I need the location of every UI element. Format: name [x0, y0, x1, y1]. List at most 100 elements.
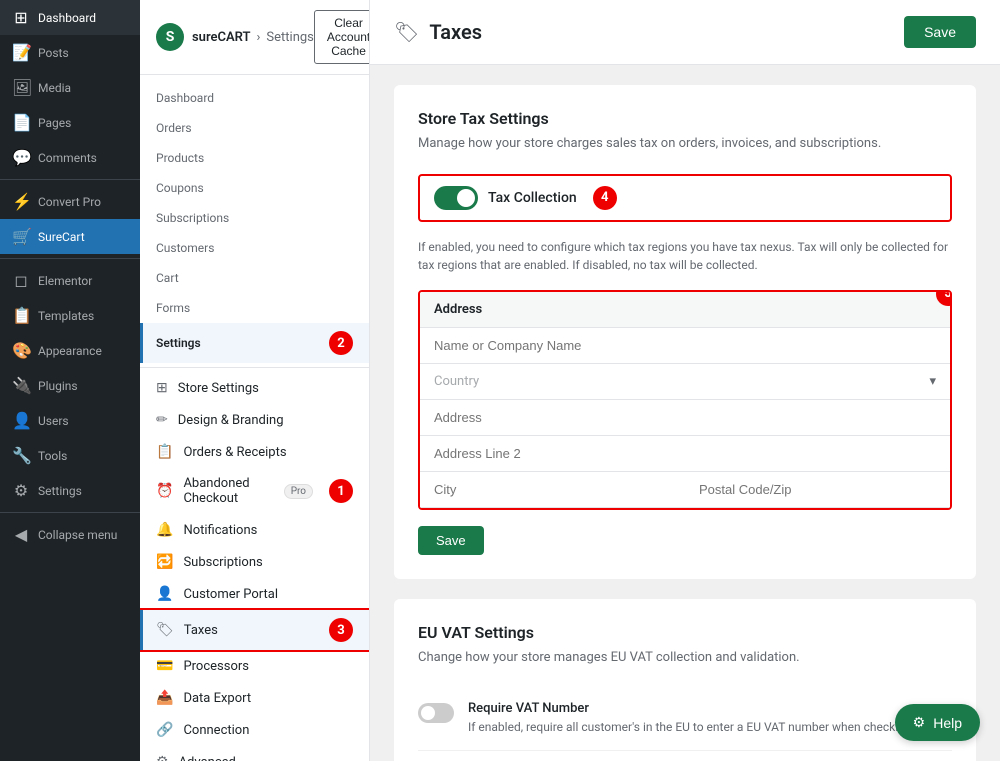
wp-sidebar-item-posts[interactable]: 📝 Posts	[0, 35, 140, 70]
badge-3: 3	[329, 618, 353, 642]
name-company-field[interactable]	[420, 328, 950, 364]
eu-vat-desc: Change how your store manages EU VAT col…	[418, 648, 952, 668]
address-field[interactable]	[420, 400, 950, 436]
sc-nav-customer-portal[interactable]: 👤 Customer Portal	[140, 578, 369, 610]
main-layout: S sureCART › Settings Clear Account Cach…	[140, 0, 1000, 761]
surecart-submenu: Dashboard Orders Products Coupons Subscr…	[140, 75, 369, 363]
city-field[interactable]	[420, 472, 685, 508]
users-icon: 👤	[12, 411, 30, 430]
page-title: Taxes	[429, 20, 482, 44]
sc-nav-dashboard[interactable]: Dashboard	[140, 83, 369, 113]
convert-pro-icon: ⚡	[12, 192, 30, 211]
pro-badge: Pro	[284, 484, 313, 499]
tax-collection-toggle[interactable]	[434, 186, 478, 210]
sc-nav-connection[interactable]: 🔗 Connection	[140, 714, 369, 746]
sc-nav-settings-active[interactable]: Settings 2	[140, 323, 369, 363]
local-reverse-row: Local Reverse Charge If enabled, apply r…	[418, 751, 952, 761]
comments-label: Comments	[38, 151, 97, 165]
sc-nav-processors[interactable]: 💳 Processors	[140, 650, 369, 682]
dashboard-sub-label: Dashboard	[156, 91, 214, 105]
pages-label: Pages	[38, 116, 71, 130]
sc-nav-customers[interactable]: Customers	[140, 233, 369, 263]
sc-nav-abandoned-checkout[interactable]: ⏰ Abandoned Checkout Pro 1	[140, 468, 369, 514]
wp-sidebar-item-media[interactable]: 🖼 Media	[0, 70, 140, 105]
address-box: Address Country ▾ 5	[418, 290, 952, 510]
wp-sidebar-item-settings[interactable]: ⚙ Settings	[0, 473, 140, 508]
sc-nav-design-branding[interactable]: ✏ Design & Branding	[140, 404, 369, 436]
posts-label: Posts	[38, 46, 69, 60]
wp-sidebar-item-appearance[interactable]: 🎨 Appearance	[0, 333, 140, 368]
dashboard-label: Dashboard	[38, 11, 96, 25]
address-line2-field[interactable]	[420, 436, 950, 472]
plugins-label: Plugins	[38, 379, 78, 393]
taxes-icon: 🏷	[156, 622, 174, 638]
advanced-icon: ⚙	[156, 754, 169, 761]
wp-sidebar-item-pages[interactable]: 📄 Pages	[0, 105, 140, 140]
templates-icon: 📋	[12, 306, 30, 325]
tools-label: Tools	[38, 449, 67, 463]
wp-sidebar-item-convert-pro[interactable]: ⚡ Convert Pro	[0, 184, 140, 219]
dashboard-icon: ⊞	[12, 8, 30, 27]
save-button-top[interactable]: Save	[904, 16, 976, 48]
orders-receipts-label: Orders & Receipts	[183, 445, 286, 460]
clear-cache-button[interactable]: Clear Account Cache	[314, 10, 370, 64]
breadcrumb-page: Settings	[266, 30, 313, 45]
tax-collection-row: Tax Collection 4	[418, 174, 952, 222]
pages-icon: 📄	[12, 113, 30, 132]
sc-nav-data-export[interactable]: 📤 Data Export	[140, 682, 369, 714]
orders-sub-label: Orders	[156, 121, 192, 135]
sc-nav-taxes[interactable]: 🏷 Taxes 3	[140, 610, 369, 650]
sc-nav-orders-receipts[interactable]: 📋 Orders & Receipts	[140, 436, 369, 468]
require-vat-toggle[interactable]	[418, 703, 454, 723]
sc-nav-subscriptions-settings[interactable]: 🔁 Subscriptions	[140, 546, 369, 578]
badge-1: 1	[329, 479, 353, 503]
sc-nav-advanced[interactable]: ⚙ Advanced	[140, 746, 369, 761]
help-button[interactable]: ⚙ Help	[895, 704, 980, 741]
coupons-sub-label: Coupons	[156, 181, 204, 195]
wp-sidebar-item-dashboard[interactable]: ⊞ Dashboard	[0, 0, 140, 35]
wp-sidebar-item-users[interactable]: 👤 Users	[0, 403, 140, 438]
sc-nav-subscriptions[interactable]: Subscriptions	[140, 203, 369, 233]
badge-2: 2	[329, 331, 353, 355]
convert-pro-label: Convert Pro	[38, 195, 101, 209]
tax-collection-label: Tax Collection	[488, 190, 577, 206]
wp-sidebar-item-surecart[interactable]: 🛒 SureCart	[0, 219, 140, 254]
wp-sidebar-item-comments[interactable]: 💬 Comments	[0, 140, 140, 175]
sc-nav-coupons[interactable]: Coupons	[140, 173, 369, 203]
appearance-label: Appearance	[38, 344, 102, 358]
save-button-store-tax[interactable]: Save	[418, 526, 484, 555]
sc-nav-store-settings[interactable]: ⊞ Store Settings	[140, 372, 369, 404]
sidebar-divider-3	[0, 512, 140, 513]
processors-icon: 💳	[156, 658, 173, 674]
templates-label: Templates	[38, 309, 94, 323]
country-select[interactable]: Country ▾	[420, 364, 950, 400]
comments-icon: 💬	[12, 148, 30, 167]
sc-nav-orders[interactable]: Orders	[140, 113, 369, 143]
store-settings-label: Store Settings	[178, 381, 259, 396]
customer-portal-icon: 👤	[156, 586, 173, 602]
tax-collection-desc: If enabled, you need to configure which …	[418, 238, 952, 274]
wp-sidebar-item-elementor[interactable]: ◻ Elementor	[0, 263, 140, 298]
zip-field[interactable]	[685, 472, 950, 508]
sc-nav-cart[interactable]: Cart	[140, 263, 369, 293]
sc-nav-notifications[interactable]: 🔔 Notifications	[140, 514, 369, 546]
data-export-icon: 📤	[156, 690, 173, 706]
country-chevron-icon: ▾	[929, 374, 936, 389]
logo-s: S	[166, 29, 175, 45]
wp-sidebar-item-templates[interactable]: 📋 Templates	[0, 298, 140, 333]
wp-sidebar-item-tools[interactable]: 🔧 Tools	[0, 438, 140, 473]
wp-sidebar-item-collapse[interactable]: ◀ Collapse menu	[0, 517, 140, 552]
page-title-icon: 🏷	[394, 20, 419, 44]
connection-icon: 🔗	[156, 722, 173, 738]
wp-admin-sidebar: ⊞ Dashboard 📝 Posts 🖼 Media 📄 Pages 💬 Co…	[0, 0, 140, 761]
customer-portal-label: Customer Portal	[183, 587, 278, 602]
wp-sidebar-item-plugins[interactable]: 🔌 Plugins	[0, 368, 140, 403]
taxes-label: Taxes	[184, 623, 218, 638]
sc-nav-products[interactable]: Products	[140, 143, 369, 173]
subscriptions-settings-label: Subscriptions	[183, 555, 262, 570]
eu-vat-section: EU VAT Settings Change how your store ma…	[394, 599, 976, 761]
sc-nav-forms[interactable]: Forms	[140, 293, 369, 323]
media-label: Media	[38, 81, 71, 95]
require-vat-desc: If enabled, require all customer's in th…	[468, 719, 935, 736]
elementor-label: Elementor	[38, 274, 92, 288]
